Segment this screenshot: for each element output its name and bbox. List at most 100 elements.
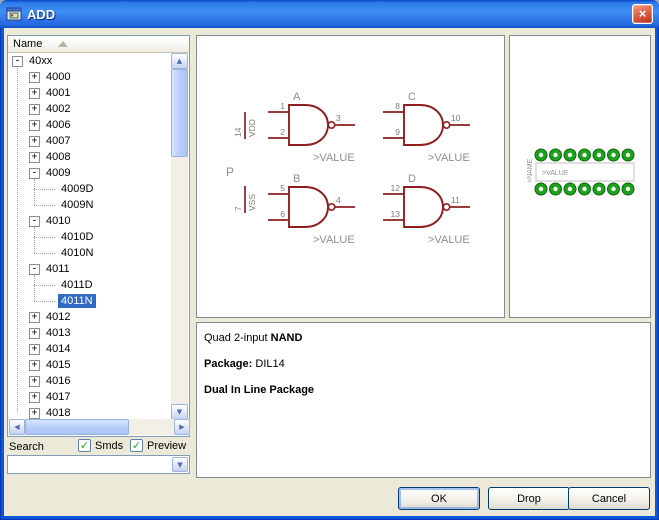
tree-vertical-scrollbar[interactable]: ▲ ▼ (171, 53, 188, 420)
tree-item[interactable]: + 4001 (8, 85, 172, 101)
search-input[interactable] (9, 457, 169, 472)
tree-expander[interactable] (34, 205, 55, 206)
sort-ascending-icon (58, 41, 68, 47)
tree-item[interactable]: 4009N (8, 197, 172, 213)
tree-expander[interactable]: - (29, 216, 40, 227)
pad-hole (611, 153, 615, 157)
add-dialog-window: ADD × Name - 40xx + 4000 + 4001 + 4002 +… (0, 0, 659, 520)
scroll-up-button[interactable]: ▲ (171, 53, 188, 69)
tree-expander[interactable]: + (29, 392, 40, 403)
cancel-button[interactable]: Cancel (568, 487, 650, 510)
tree-item[interactable]: 4011D (8, 277, 172, 293)
pad-hole (582, 153, 586, 157)
nand-gate-d: D 12 13 11 >VALUE (383, 173, 470, 246)
tree-item[interactable]: + 4014 (8, 341, 172, 357)
tree-expander[interactable] (34, 237, 55, 238)
horizontal-scroll-thumb[interactable] (25, 419, 129, 435)
component-tree: - 40xx + 4000 + 4001 + 4002 + 4006 + 400… (8, 53, 172, 420)
tree-item[interactable]: + 4007 (8, 133, 172, 149)
chevron-down-icon: ▼ (177, 461, 182, 469)
tree-expander[interactable] (34, 253, 55, 254)
close-icon: × (639, 6, 647, 21)
preview-checkbox[interactable]: ✓ Preview (130, 439, 186, 452)
tree-expander[interactable]: + (29, 152, 40, 163)
pad-hole (539, 153, 543, 157)
window-title: ADD (27, 7, 55, 22)
tree-item[interactable]: + 4000 (8, 69, 172, 85)
tree-expander[interactable]: + (29, 88, 40, 99)
pad-hole (626, 187, 630, 191)
svg-text:8: 8 (395, 101, 400, 111)
svg-text:11: 11 (451, 195, 460, 205)
scroll-down-button[interactable]: ▼ (171, 404, 188, 420)
tree-item[interactable]: 4010N (8, 245, 172, 261)
tree-item-label: 4010D (58, 230, 96, 244)
svg-text:6: 6 (280, 209, 285, 219)
tree-item[interactable]: 4010D (8, 229, 172, 245)
pad-hole (597, 153, 601, 157)
schematic-preview: P 14 VDD 7 VSS A 1 2 3 >VALUE (197, 36, 504, 317)
tree-expander[interactable]: + (29, 408, 40, 419)
tree-expander[interactable]: - (29, 264, 40, 275)
tree-expander[interactable]: + (29, 344, 40, 355)
tree-expander[interactable] (34, 189, 55, 190)
tree-expander[interactable]: - (12, 56, 23, 67)
tree-item[interactable]: - 4010 (8, 213, 172, 229)
tree-column-header-label: Name (13, 38, 42, 50)
svg-text:P: P (226, 165, 234, 179)
tree-item[interactable]: + 4008 (8, 149, 172, 165)
tree-item[interactable]: + 4017 (8, 389, 172, 405)
tree-expander[interactable]: + (29, 136, 40, 147)
checkmark-icon: ✓ (130, 439, 143, 452)
tree-horizontal-scrollbar[interactable]: ◀ ▶ (9, 419, 190, 435)
smds-checkbox[interactable]: ✓ Smds (78, 439, 123, 452)
tree-expander[interactable] (34, 285, 55, 286)
tree-item[interactable]: 4009D (8, 181, 172, 197)
tree-item[interactable]: + 4018 (8, 405, 172, 420)
search-dropdown-button[interactable]: ▼ (172, 457, 188, 472)
tree-expander[interactable]: + (29, 104, 40, 115)
tree-expander[interactable]: + (29, 120, 40, 131)
search-label: Search (9, 441, 44, 453)
tree-expander[interactable]: + (29, 376, 40, 387)
tree-item[interactable]: - 40xx (8, 53, 172, 69)
tree-expander[interactable]: + (29, 328, 40, 339)
tree-expander[interactable]: + (29, 312, 40, 323)
titlebar[interactable]: ADD × (0, 0, 659, 28)
tree-item-label: 4015 (43, 358, 73, 372)
tree-item[interactable]: + 4002 (8, 101, 172, 117)
tree-expander[interactable] (34, 301, 55, 302)
tree-column-header[interactable]: Name (8, 36, 189, 53)
tree-item[interactable]: + 4013 (8, 325, 172, 341)
tree-expander[interactable]: + (29, 72, 40, 83)
tree-item[interactable]: - 4011 (8, 261, 172, 277)
tree-item-label: 4009D (58, 182, 96, 196)
preview-checkbox-label: Preview (147, 440, 186, 452)
tree-expander[interactable]: + (29, 360, 40, 371)
tree-expander[interactable]: - (29, 168, 40, 179)
vertical-scroll-thumb[interactable] (171, 69, 188, 157)
tree-item[interactable]: + 4006 (8, 117, 172, 133)
tree-item[interactable]: - 4009 (8, 165, 172, 181)
tree-item[interactable]: + 4012 (8, 309, 172, 325)
svg-text:>VALUE: >VALUE (313, 234, 355, 246)
svg-text:B: B (293, 173, 300, 185)
svg-text:3: 3 (336, 113, 341, 123)
component-tree-panel: Name - 40xx + 4000 + 4001 + 4002 + 4006 … (7, 35, 190, 437)
tree-item[interactable]: 4011N (8, 293, 172, 309)
tree-item[interactable]: + 4015 (8, 357, 172, 373)
svg-text:2: 2 (280, 127, 285, 137)
close-button[interactable]: × (632, 4, 653, 24)
svg-text:VSS: VSS (247, 194, 257, 211)
svg-text:>VALUE: >VALUE (428, 234, 470, 246)
pad-hole (597, 187, 601, 191)
tree-item-label: 4010 (43, 214, 73, 228)
ok-button[interactable]: OK (398, 487, 480, 510)
drop-button[interactable]: Drop (488, 487, 570, 510)
package-value-label: >VALUE (542, 170, 569, 177)
tree-item[interactable]: + 4016 (8, 373, 172, 389)
scroll-right-button[interactable]: ▶ (174, 419, 190, 435)
scroll-left-button[interactable]: ◀ (9, 419, 25, 435)
svg-text:C: C (408, 91, 416, 103)
svg-text:A: A (293, 91, 301, 103)
